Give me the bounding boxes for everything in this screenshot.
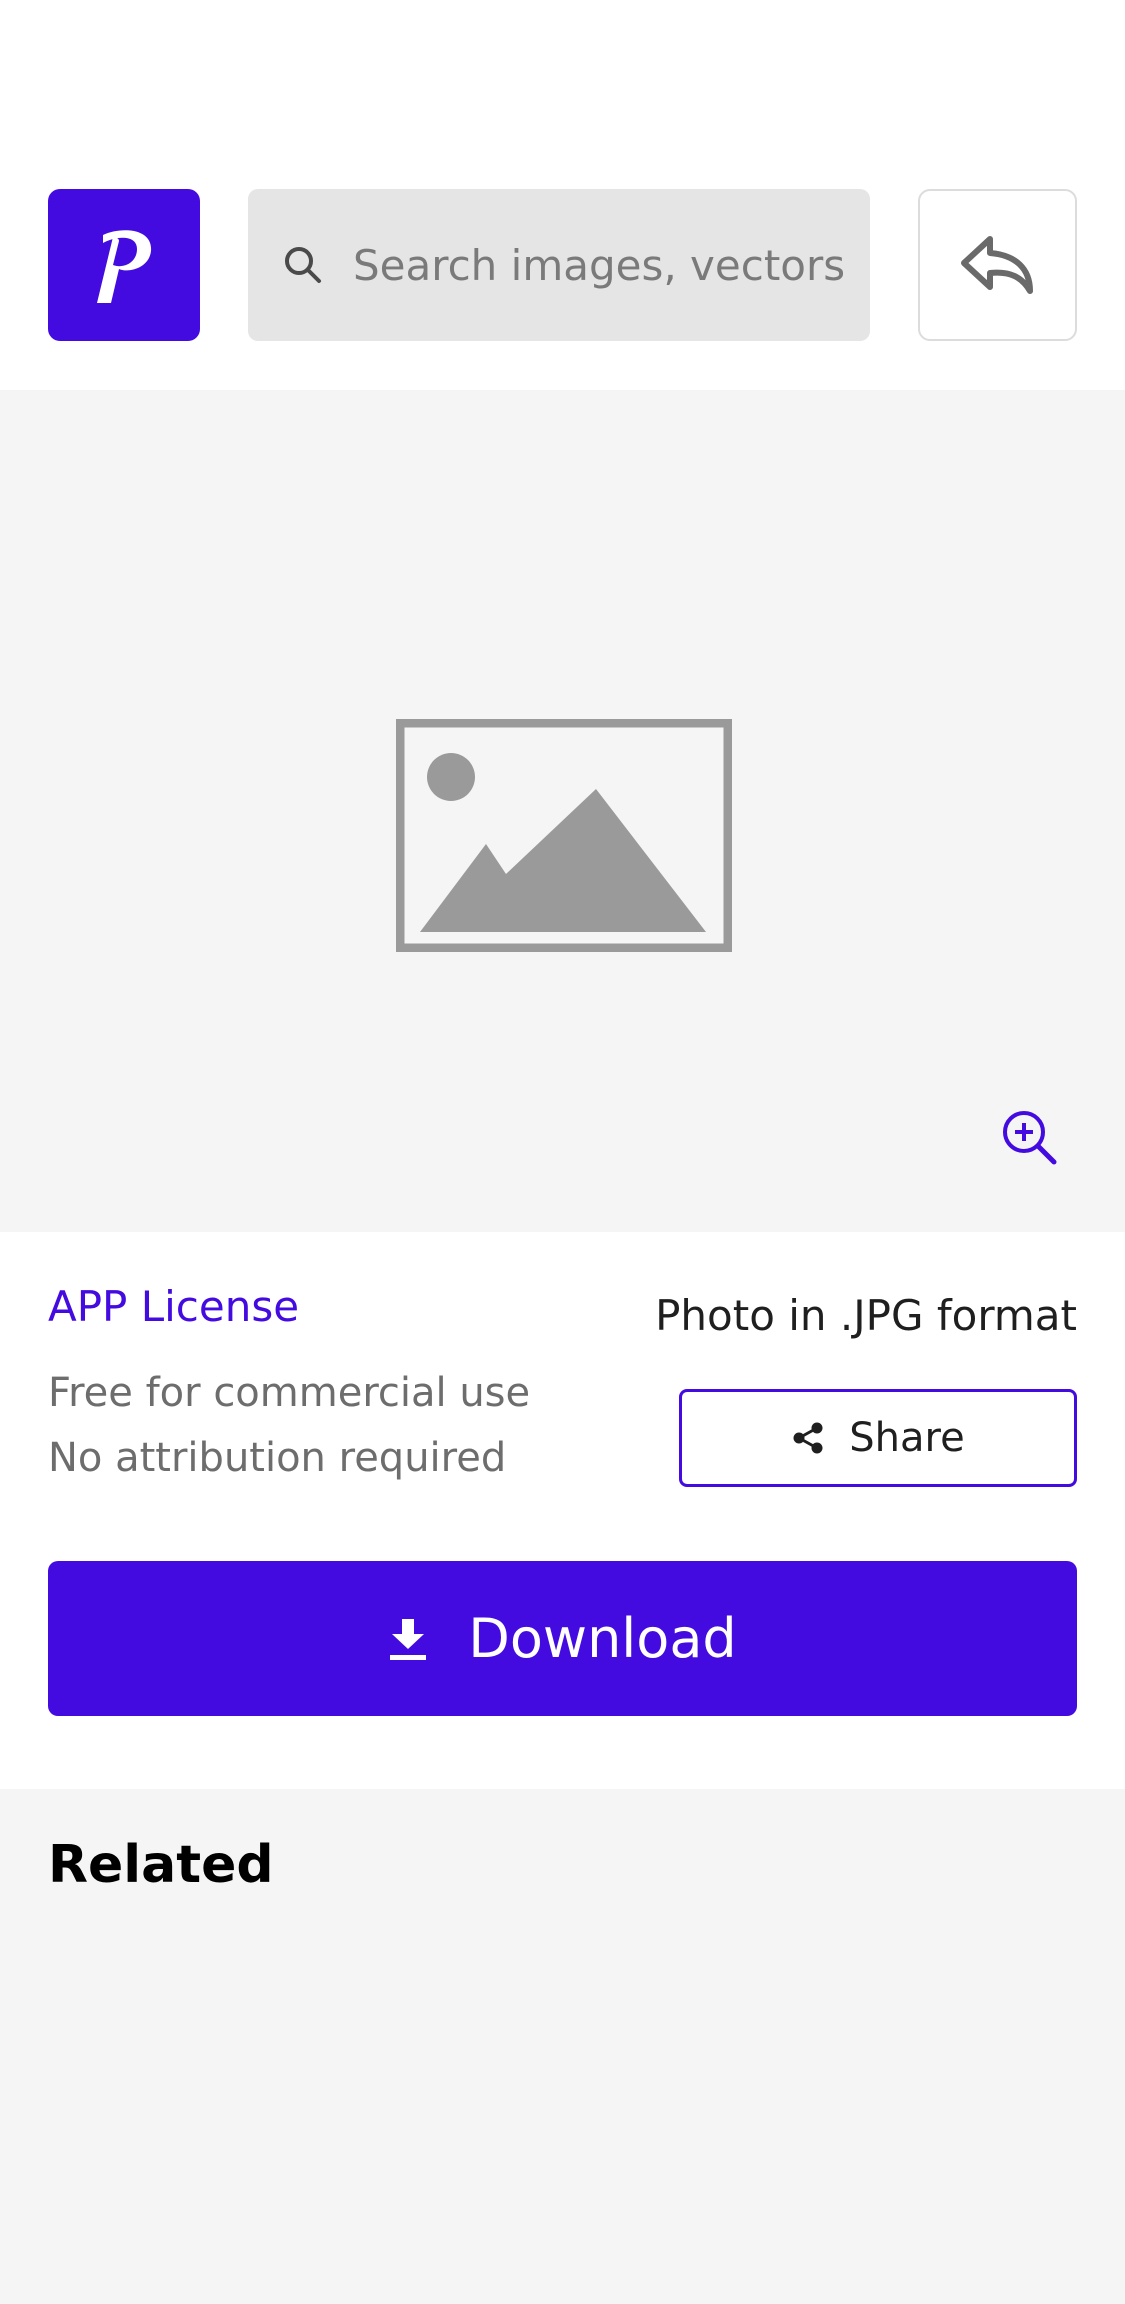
related-title: Related <box>48 1835 274 1895</box>
usage-attribution: No attribution required <box>48 1435 507 1481</box>
format-label: Photo in .JPG format <box>655 1291 1077 1340</box>
back-button[interactable] <box>918 189 1077 341</box>
share-button[interactable]: Share <box>679 1389 1077 1487</box>
search-bar[interactable] <box>248 189 870 341</box>
share-label: Share <box>849 1415 965 1461</box>
logo-p-icon <box>97 230 152 303</box>
download-button[interactable]: Download <box>48 1561 1077 1716</box>
usage-commercial: Free for commercial use <box>48 1370 531 1416</box>
image-placeholder-icon <box>396 719 732 952</box>
reply-arrow-icon <box>960 236 1033 294</box>
image-preview <box>0 390 1125 1232</box>
zoom-in-icon[interactable] <box>1000 1108 1060 1168</box>
download-icon <box>390 1618 427 1660</box>
search-input[interactable] <box>353 240 843 290</box>
app-header <box>0 0 1125 390</box>
search-icon <box>285 247 321 283</box>
related-section: Related <box>0 1789 1125 2304</box>
license-link[interactable]: APP License <box>48 1282 299 1331</box>
share-icon <box>793 1422 823 1454</box>
app-logo[interactable] <box>48 189 200 341</box>
image-info: APP License Free for commercial use No a… <box>0 1232 1125 1789</box>
download-label: Download <box>468 1607 737 1670</box>
